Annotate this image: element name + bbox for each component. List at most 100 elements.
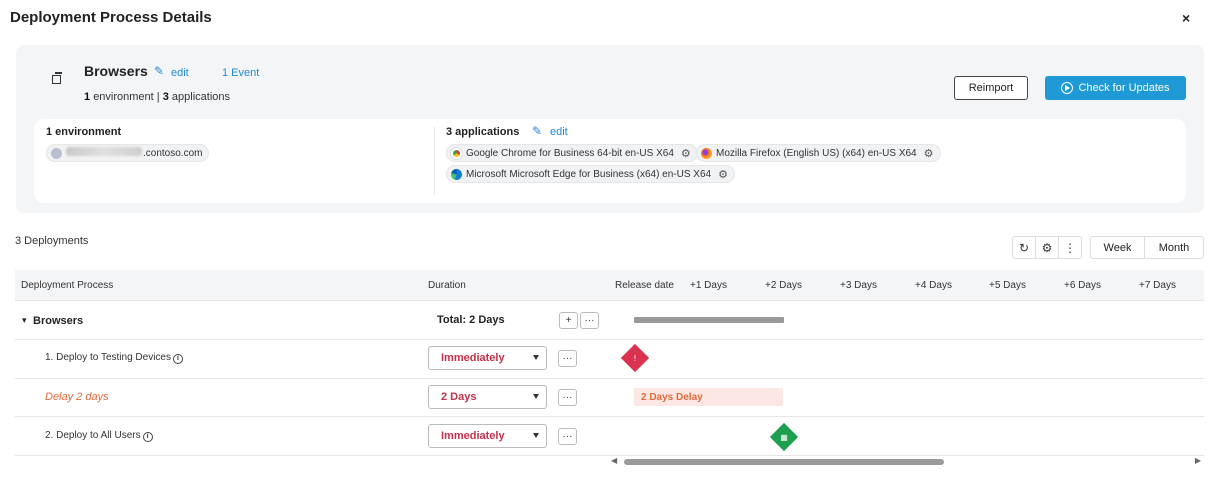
delay-bar-label: 2 Days Delay: [641, 391, 703, 403]
group-more-button[interactable]: ···: [580, 312, 599, 329]
firefox-icon: [701, 147, 712, 159]
close-icon[interactable]: ×: [1182, 10, 1190, 26]
app-chip-edge[interactable]: Microsoft Microsoft Edge for Business (x…: [446, 165, 735, 183]
app-chip-firefox[interactable]: Mozilla Firefox (English US) (x64) en-US…: [696, 144, 941, 162]
reimport-button[interactable]: Reimport: [954, 76, 1028, 100]
group-timeline-bar: [634, 317, 784, 323]
scroll-left-icon[interactable]: ◀: [611, 456, 617, 465]
info-icon[interactable]: i: [173, 354, 183, 364]
scroll-right-icon[interactable]: ▶: [1195, 456, 1201, 465]
column-process: Deployment Process: [21, 280, 114, 291]
group-name: Browsers: [33, 315, 84, 327]
row-label: 1. Deploy to Testing Devices i: [45, 352, 183, 364]
duration-value: 2 Days: [441, 391, 477, 403]
timeline-day: +5 Days: [989, 280, 1026, 291]
env-count: 1: [84, 91, 91, 103]
environment-host: .contoso.com: [66, 147, 202, 159]
timeline-scrollbar[interactable]: ◀ ▶: [611, 456, 1201, 467]
environment-chip[interactable]: .contoso.com: [46, 144, 210, 162]
duration-value: Immediately: [441, 352, 505, 364]
environment-host-suffix: .contoso.com: [143, 148, 203, 159]
timeline-day: +1 Days: [690, 280, 727, 291]
process-counts: 1 environment | 3 applications: [84, 91, 230, 103]
details-divider: [434, 127, 435, 195]
gear-icon[interactable]: ⚙: [681, 147, 691, 160]
edge-icon: [451, 168, 462, 180]
edit-applications-link[interactable]: edit: [550, 126, 568, 138]
event-link[interactable]: 1 Event: [222, 67, 259, 79]
play-circle-icon: [1061, 82, 1074, 94]
count-separator: |: [156, 91, 160, 103]
process-name: Browsers: [84, 63, 148, 79]
delay-label: Delay 2 days: [45, 391, 109, 403]
step-label: 2. Deploy to All Users: [45, 430, 141, 441]
timeline-day: +7 Days: [1139, 280, 1176, 291]
deployments-count: 3 Deployments: [15, 235, 89, 247]
app-chip-chrome[interactable]: Google Chrome for Business 64-bit en-US …: [446, 144, 698, 162]
obscured-host-prefix: [66, 147, 142, 156]
gear-icon[interactable]: ⚙: [924, 147, 934, 160]
row-divider: [15, 378, 1204, 379]
error-milestone-icon[interactable]: !: [620, 343, 650, 373]
alert-icon: !: [633, 353, 637, 363]
app-word: applications: [171, 91, 230, 103]
duration-value: Immediately: [441, 430, 505, 442]
add-step-button[interactable]: +: [559, 312, 578, 329]
group-total: Total: 2 Days: [437, 314, 505, 326]
gear-icon[interactable]: ⚙: [718, 168, 728, 181]
edit-pencil-icon[interactable]: ✎: [154, 64, 164, 78]
grid-icon: ▦: [780, 432, 788, 442]
duration-select[interactable]: 2 Days: [428, 385, 547, 409]
delay-bar: 2 Days Delay: [634, 388, 783, 406]
info-icon[interactable]: i: [142, 432, 153, 442]
duration-select[interactable]: Immediately: [428, 346, 547, 370]
view-month-button[interactable]: Month: [1144, 236, 1204, 259]
edit-pencil-icon[interactable]: ✎: [532, 124, 542, 138]
timeline-day: +2 Days: [765, 280, 802, 291]
process-summary-panel: Browsers ✎ edit 1 Event 1 environment | …: [16, 45, 1204, 213]
env-word: environment: [93, 91, 154, 103]
more-options-button[interactable]: ⋮: [1058, 236, 1082, 259]
app-label: Microsoft Microsoft Edge for Business (x…: [466, 168, 712, 180]
vertical-dots-icon: ⋮: [1064, 240, 1076, 255]
window-icon: [52, 72, 62, 84]
app-count: 3: [162, 91, 169, 103]
app-label: Mozilla Firefox (English US) (x64) en-US…: [716, 147, 917, 159]
timeline-day: +6 Days: [1064, 280, 1101, 291]
collapse-toggle-icon[interactable]: ▾: [22, 315, 27, 326]
refresh-button[interactable]: ↻: [1012, 236, 1036, 259]
timeline-day: +4 Days: [915, 280, 952, 291]
chevron-down-icon: [533, 355, 539, 360]
row-divider: [15, 455, 1204, 456]
settings-button[interactable]: ⚙: [1035, 236, 1059, 259]
row-more-button[interactable]: ···: [558, 389, 577, 406]
row-divider: [15, 416, 1204, 417]
success-milestone-icon[interactable]: ▦: [769, 422, 799, 452]
column-release-date: Release date: [615, 280, 674, 291]
globe-icon: [51, 147, 62, 159]
edit-process-link[interactable]: edit: [171, 67, 189, 79]
refresh-icon: ↻: [1018, 240, 1030, 255]
column-duration: Duration: [428, 280, 466, 291]
row-more-button[interactable]: ···: [558, 350, 577, 367]
applications-heading: 3 applications: [446, 126, 520, 138]
row-divider: [15, 300, 1204, 301]
environment-heading: 1 environment: [46, 126, 122, 138]
scrollbar-thumb[interactable]: [624, 459, 944, 465]
row-more-button[interactable]: ···: [558, 428, 577, 445]
dialog-title: Deployment Process Details: [10, 9, 212, 26]
view-week-button[interactable]: Week: [1090, 236, 1145, 259]
check-updates-label: Check for Updates: [1078, 82, 1170, 94]
timeline-day: +3 Days: [840, 280, 877, 291]
app-label: Google Chrome for Business 64-bit en-US …: [466, 147, 674, 159]
row-divider: [15, 339, 1204, 340]
details-card: 1 environment .contoso.com 3 application…: [34, 119, 1186, 203]
chevron-down-icon: [533, 394, 539, 399]
step-label: 1. Deploy to Testing Devices: [45, 352, 171, 363]
chevron-down-icon: [533, 433, 539, 438]
chrome-icon: [450, 146, 463, 160]
gear-icon: ⚙: [1041, 240, 1053, 255]
row-label: 2. Deploy to All Users i: [45, 430, 153, 442]
check-updates-button[interactable]: Check for Updates: [1045, 76, 1186, 100]
duration-select[interactable]: Immediately: [428, 424, 547, 448]
